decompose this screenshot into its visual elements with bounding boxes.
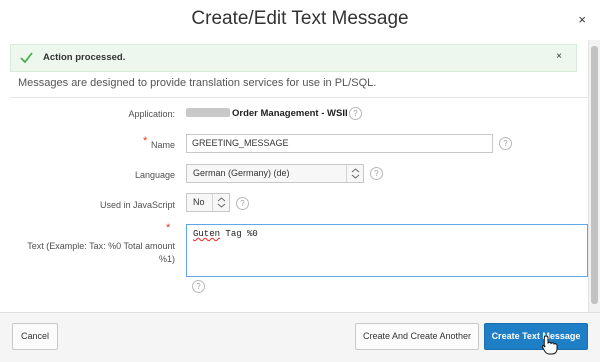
dialog-footer: Cancel Create And Create Another Create … [0, 312, 600, 362]
close-icon[interactable]: × [578, 12, 586, 27]
hand-cursor-icon [541, 335, 558, 355]
alert-close-icon[interactable]: × [556, 51, 562, 62]
text-label: Text (Example: Tax: %0 Total amount %1) [20, 241, 175, 264]
application-name: Order Management - WSII [232, 108, 348, 119]
used-in-js-label: Used in JavaScript [99, 200, 175, 210]
help-icon[interactable]: ? [349, 107, 362, 120]
text-value-rest: Tag %0 [220, 229, 258, 239]
intro-text: Messages are designed to provide transla… [18, 77, 377, 89]
help-icon[interactable]: ? [192, 280, 205, 293]
text-value-word: Guten [193, 229, 221, 239]
text-label-line2: %1) [158, 254, 175, 264]
redacted-block [186, 108, 230, 117]
text-textarea[interactable]: Guten Tag %0 [186, 224, 588, 277]
name-label: Name [150, 140, 175, 150]
help-icon[interactable]: ? [499, 137, 512, 150]
updown-arrows-icon [346, 165, 363, 182]
text-label-line1: Text (Example: Tax: %0 Total amount [27, 241, 175, 251]
language-select[interactable]: German (Germany) (de) [186, 164, 364, 183]
used-in-js-select[interactable]: No [186, 193, 230, 212]
create-button[interactable]: Create Text Message [484, 323, 588, 350]
dialog-title: Create/Edit Text Message [191, 8, 409, 29]
checkmark-icon [20, 52, 33, 64]
updown-arrows-icon [212, 194, 229, 211]
required-marker: * [166, 222, 171, 234]
divider [10, 97, 588, 98]
success-alert: Action processed. × [10, 44, 577, 72]
dialog-header: Create/Edit Text Message × [0, 0, 600, 40]
language-label: Language [134, 170, 175, 180]
name-input[interactable]: GREETING_MESSAGE [186, 134, 493, 153]
alert-message: Action processed. [43, 52, 126, 63]
cancel-button[interactable]: Cancel [12, 323, 58, 350]
create-another-button[interactable]: Create And Create Another [355, 323, 479, 350]
used-in-js-value: No [193, 197, 205, 207]
application-label: Application: [128, 109, 175, 119]
help-icon[interactable]: ? [370, 167, 383, 180]
language-value: German (Germany) (de) [193, 168, 290, 178]
help-icon[interactable]: ? [236, 197, 249, 210]
vertical-scrollbar[interactable] [588, 40, 600, 312]
scrollbar-thumb[interactable] [591, 46, 598, 304]
dialog-body: Action processed. × Messages are designe… [0, 40, 600, 312]
application-value: Order Management - WSII [186, 108, 348, 119]
